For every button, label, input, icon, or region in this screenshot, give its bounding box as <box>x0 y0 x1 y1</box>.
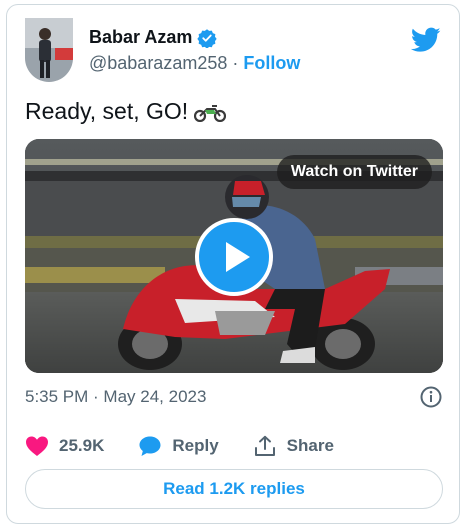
tweet-card: Babar Azam @babarazam258 · Follow Ready,… <box>6 4 460 524</box>
tweet-text-content: Ready, set, GO! <box>25 98 189 124</box>
share-icon <box>254 435 275 456</box>
like-count: 25.9K <box>59 436 105 455</box>
reply-bubble-icon <box>139 436 161 456</box>
author-handle-row: @babarazam258 · Follow <box>89 53 300 74</box>
tweet-text: Ready, set, GO! <box>25 98 227 125</box>
tweet-header: Babar Azam @babarazam258 · Follow <box>7 5 459 85</box>
read-replies-button[interactable]: Read 1.2K replies <box>25 469 443 509</box>
video-player[interactable]: Watch on Twitter <box>25 139 443 373</box>
play-icon <box>226 242 250 272</box>
info-icon[interactable] <box>419 385 443 409</box>
share-label: Share <box>286 436 334 455</box>
watch-on-twitter-badge[interactable]: Watch on Twitter <box>276 155 432 189</box>
verified-badge-icon <box>197 28 218 48</box>
heart-icon <box>26 436 48 456</box>
tweet-actions: 25.9K Reply Share <box>25 433 368 459</box>
twitter-bird-icon[interactable] <box>411 27 441 53</box>
reply-label: Reply <box>172 436 219 455</box>
share-button[interactable]: Share <box>253 435 334 457</box>
motorcycle-emoji-icon <box>194 104 227 122</box>
reply-button[interactable]: Reply <box>138 435 219 457</box>
avatar[interactable] <box>25 18 73 82</box>
author-name-row: Babar Azam <box>89 27 218 48</box>
handle-separator: · <box>232 53 239 73</box>
timestamp[interactable]: 5:35 PM · May 24, 2023 <box>25 387 206 406</box>
author-name[interactable]: Babar Azam <box>89 27 192 48</box>
author-handle[interactable]: @babarazam258 <box>89 53 227 73</box>
play-button[interactable] <box>195 218 273 296</box>
like-button[interactable]: 25.9K <box>25 435 104 457</box>
follow-button[interactable]: Follow <box>243 53 300 73</box>
tweet-meta-row: 5:35 PM · May 24, 2023 <box>25 385 443 411</box>
